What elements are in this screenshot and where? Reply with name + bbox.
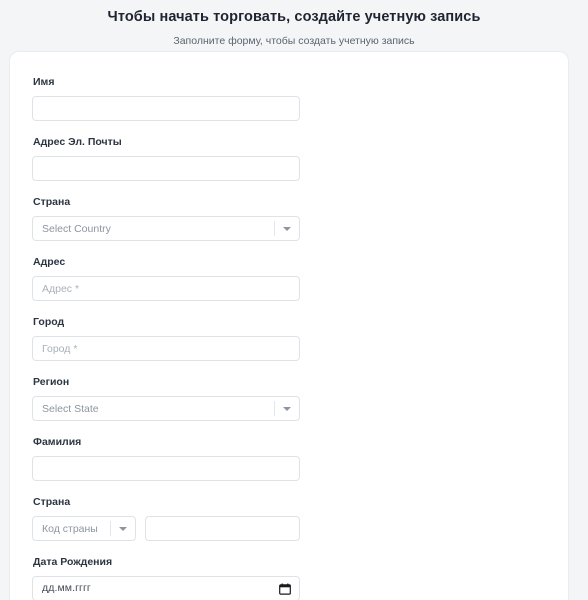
phone-number-input[interactable] [145,516,300,541]
chevron-down-icon[interactable] [275,397,299,420]
chevron-down-icon[interactable] [275,217,299,240]
phone-label: Страна [33,496,71,508]
field-email: Адрес Эл. Почты [32,136,300,181]
field-address: Адрес [32,256,300,301]
address-label: Адрес [33,256,66,268]
city-label: Город [33,316,65,328]
state-label: Регион [33,376,70,388]
field-birth-date: Дата Рождения дд.мм.гггг [32,556,300,600]
email-label: Адрес Эл. Почты [33,136,122,148]
field-country: Страна Select Country [32,196,300,241]
registration-page: Чтобы начать торговать, создайте учетную… [0,0,588,600]
birth-date-wrap[interactable]: дд.мм.гггг [32,576,300,600]
country-code-value: Код страны [42,522,98,535]
chevron-down-icon[interactable] [111,517,135,540]
page-title: Чтобы начать торговать, создайте учетную… [107,9,481,25]
form-column-left: Имя Адрес Эл. Почты Страна Select Countr… [32,76,300,436]
field-city: Город [32,316,300,361]
city-input[interactable] [32,336,300,361]
country-select-value: Select Country [42,222,111,235]
last-name-input[interactable] [32,456,300,481]
form-grid: Имя Адрес Эл. Почты Страна Select Countr… [32,76,546,600]
state-select-value: Select State [42,402,99,415]
field-first-name: Имя [32,76,300,121]
country-label: Страна [33,196,71,208]
first-name-label: Имя [33,76,55,88]
page-header: Чтобы начать торговать, создайте учетную… [0,0,588,48]
page-subtitle: Заполните форму, чтобы создать учетную з… [173,35,415,47]
birth-date-input[interactable] [32,576,300,600]
field-state: Регион Select State [32,376,300,421]
birth-date-label: Дата Рождения [33,556,113,568]
first-name-input[interactable] [32,96,300,121]
field-phone: Страна Код страны [32,496,300,541]
country-code-select[interactable]: Код страны [32,516,136,541]
registration-card: Имя Адрес Эл. Почты Страна Select Countr… [10,52,568,600]
address-input[interactable] [32,276,300,301]
phone-row: Код страны [32,516,300,541]
calendar-icon[interactable] [279,582,291,595]
country-select[interactable]: Select Country [32,216,300,241]
form-column-right: Фамилия Страна Код страны Дата Рождения … [32,436,300,600]
state-select[interactable]: Select State [32,396,300,421]
email-input[interactable] [32,156,300,181]
field-last-name: Фамилия [32,436,300,481]
last-name-label: Фамилия [33,436,82,448]
phone-number-wrap [145,516,300,541]
